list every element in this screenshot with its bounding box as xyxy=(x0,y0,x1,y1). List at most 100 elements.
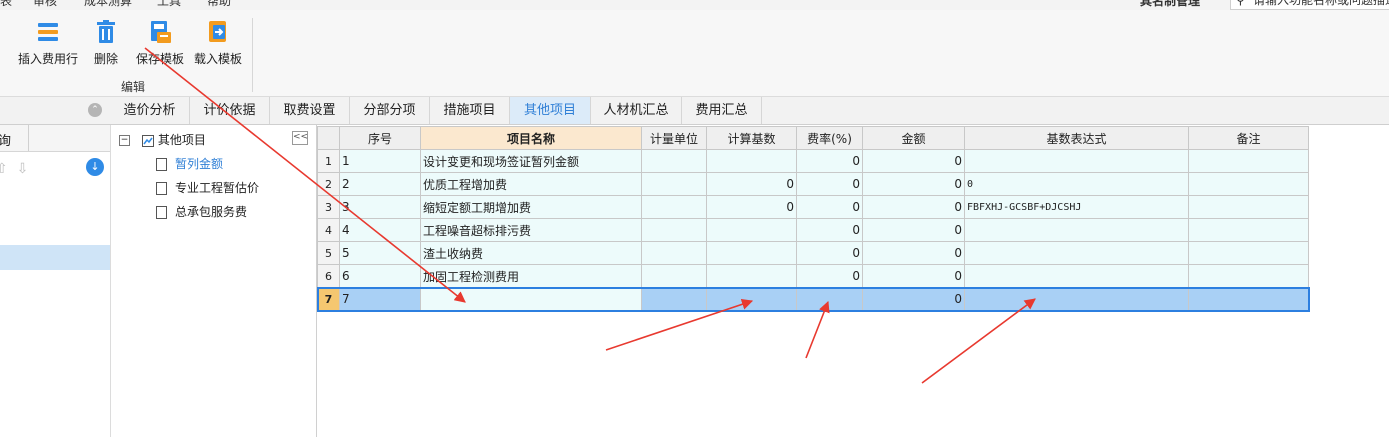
cell-rate[interactable] xyxy=(796,287,863,311)
row-number[interactable]: 5 xyxy=(317,241,340,265)
table-row-selected[interactable]: 7 7 0 xyxy=(316,286,1310,312)
menu-item-cost[interactable]: 成本测算 xyxy=(84,0,132,9)
cell-amount[interactable]: 0 xyxy=(862,241,965,265)
cell-amount[interactable]: 0 xyxy=(862,218,965,242)
cell-base[interactable]: 0 xyxy=(706,195,797,219)
cell-unit[interactable] xyxy=(641,241,707,265)
cell-rate[interactable]: 0 xyxy=(796,172,863,196)
cell-rate[interactable]: 0 xyxy=(796,218,863,242)
row-number[interactable]: 4 xyxy=(317,218,340,242)
cell-expression[interactable] xyxy=(964,264,1189,288)
arrow-down-icon[interactable]: ⇩ xyxy=(17,161,29,177)
cell-note[interactable] xyxy=(1188,195,1309,219)
search-input[interactable]: ⚲ 请输入功能名称或问题描述 xyxy=(1230,0,1389,10)
table-row[interactable]: 1 1 设计变更和现场签证暂列金额 0 0 xyxy=(317,149,1309,173)
row-number[interactable]: 1 xyxy=(317,149,340,173)
cell-amount[interactable]: 0 xyxy=(862,287,965,311)
tree-item-general-contract-fee[interactable]: 总承包服务费 xyxy=(156,203,247,220)
cell-note[interactable] xyxy=(1188,264,1309,288)
cell-amount[interactable]: 0 xyxy=(862,149,965,173)
cell-name[interactable]: 缩短定额工期增加费 xyxy=(420,195,642,219)
corner-cell[interactable] xyxy=(317,126,340,150)
cell-unit[interactable] xyxy=(641,287,707,311)
cell-expression[interactable] xyxy=(964,218,1189,242)
tab-other-items[interactable]: 其他项目 xyxy=(510,97,591,124)
tab-sub-items[interactable]: 分部分项 xyxy=(350,97,430,124)
cell-unit[interactable] xyxy=(641,172,707,196)
tab-fee-settings[interactable]: 取费设置 xyxy=(270,97,350,124)
col-header-amount[interactable]: 金额 xyxy=(862,126,965,150)
tab-cost-analysis[interactable]: 造价分析 xyxy=(110,97,190,124)
cell-seq[interactable]: 6 xyxy=(339,264,421,288)
user-label[interactable]: 其名制管理 xyxy=(1140,0,1200,9)
cell-unit[interactable] xyxy=(641,195,707,219)
cell-note[interactable] xyxy=(1188,287,1309,311)
collapse-up-icon[interactable]: ⌃ xyxy=(88,103,102,117)
tree-toggle-icon[interactable]: − xyxy=(119,135,130,146)
cell-seq[interactable]: 7 xyxy=(339,287,421,311)
tab-pricing-basis[interactable]: 计价依据 xyxy=(190,97,270,124)
cell-unit[interactable] xyxy=(641,149,707,173)
cell-name[interactable]: 设计变更和现场签证暂列金额 xyxy=(420,149,642,173)
cell-rate[interactable]: 0 xyxy=(796,195,863,219)
row-number[interactable]: 6 xyxy=(317,264,340,288)
cell-expression[interactable]: FBFXHJ-GCSBF+DJCSHJ xyxy=(964,195,1189,219)
cell-seq[interactable]: 3 xyxy=(339,195,421,219)
cell-note[interactable] xyxy=(1188,172,1309,196)
collapse-panel-button[interactable]: << xyxy=(292,131,308,145)
col-header-seq[interactable]: 序号 xyxy=(339,126,421,150)
cell-name-editing[interactable] xyxy=(420,287,642,311)
cell-note[interactable] xyxy=(1188,149,1309,173)
tab-labor-material-summary[interactable]: 人材机汇总 xyxy=(591,97,682,124)
row-number[interactable]: 2 xyxy=(317,172,340,196)
load-template-button[interactable]: 载入模板 xyxy=(192,18,244,67)
table-row[interactable]: 5 5 渣土收纳费 0 0 xyxy=(317,241,1309,265)
delete-button[interactable]: 删除 xyxy=(90,18,122,67)
cell-seq[interactable]: 4 xyxy=(339,218,421,242)
cell-name[interactable]: 工程噪音超标排污费 xyxy=(420,218,642,242)
cell-note[interactable] xyxy=(1188,241,1309,265)
left-panel-title[interactable]: 询 xyxy=(0,130,11,149)
cell-seq[interactable]: 1 xyxy=(339,149,421,173)
cell-amount[interactable]: 0 xyxy=(862,264,965,288)
cell-base[interactable] xyxy=(706,241,797,265)
cell-rate[interactable]: 0 xyxy=(796,241,863,265)
cell-expression[interactable] xyxy=(964,287,1189,311)
col-header-expression[interactable]: 基数表达式 xyxy=(964,126,1189,150)
cell-seq[interactable]: 2 xyxy=(339,172,421,196)
cell-amount[interactable]: 0 xyxy=(862,172,965,196)
left-panel-selected-row[interactable] xyxy=(0,245,110,270)
cell-seq[interactable]: 5 xyxy=(339,241,421,265)
menu-item-report[interactable]: 表 xyxy=(0,0,12,9)
cell-rate[interactable]: 0 xyxy=(796,264,863,288)
row-number[interactable]: 7 xyxy=(317,287,340,311)
tab-fee-summary[interactable]: 费用汇总 xyxy=(682,97,762,124)
cell-name[interactable]: 加固工程检测费用 xyxy=(420,264,642,288)
cell-base[interactable] xyxy=(706,149,797,173)
table-row[interactable]: 4 4 工程噪音超标排污费 0 0 xyxy=(317,218,1309,242)
menu-item-help[interactable]: 帮助 xyxy=(207,0,231,9)
table-row[interactable]: 2 2 优质工程增加费 0 0 0 0 xyxy=(317,172,1309,196)
cell-name[interactable]: 渣土收纳费 xyxy=(420,241,642,265)
cell-base[interactable] xyxy=(706,287,797,311)
col-header-unit[interactable]: 计量单位 xyxy=(641,126,707,150)
cell-base[interactable]: 0 xyxy=(706,172,797,196)
cell-note[interactable] xyxy=(1188,218,1309,242)
cell-expression[interactable] xyxy=(964,241,1189,265)
menu-item-tools[interactable]: 工具 xyxy=(157,0,181,9)
cell-expression[interactable] xyxy=(964,149,1189,173)
download-circle-icon[interactable]: ↓ xyxy=(86,158,104,176)
tab-measures[interactable]: 措施项目 xyxy=(430,97,510,124)
cell-rate[interactable]: 0 xyxy=(796,149,863,173)
row-number[interactable]: 3 xyxy=(317,195,340,219)
menu-item-audit[interactable]: 审核 xyxy=(33,0,57,9)
arrow-up-icon[interactable]: ⇧ xyxy=(0,161,8,177)
cell-expression[interactable]: 0 xyxy=(964,172,1189,196)
col-header-rate[interactable]: 费率(%) xyxy=(796,126,863,150)
cell-amount[interactable]: 0 xyxy=(862,195,965,219)
cell-base[interactable] xyxy=(706,218,797,242)
cell-unit[interactable] xyxy=(641,218,707,242)
tree-item-specialty-estimate[interactable]: 专业工程暂估价 xyxy=(156,179,259,196)
save-template-button[interactable]: 保存模板 xyxy=(134,18,186,67)
cell-base[interactable] xyxy=(706,264,797,288)
